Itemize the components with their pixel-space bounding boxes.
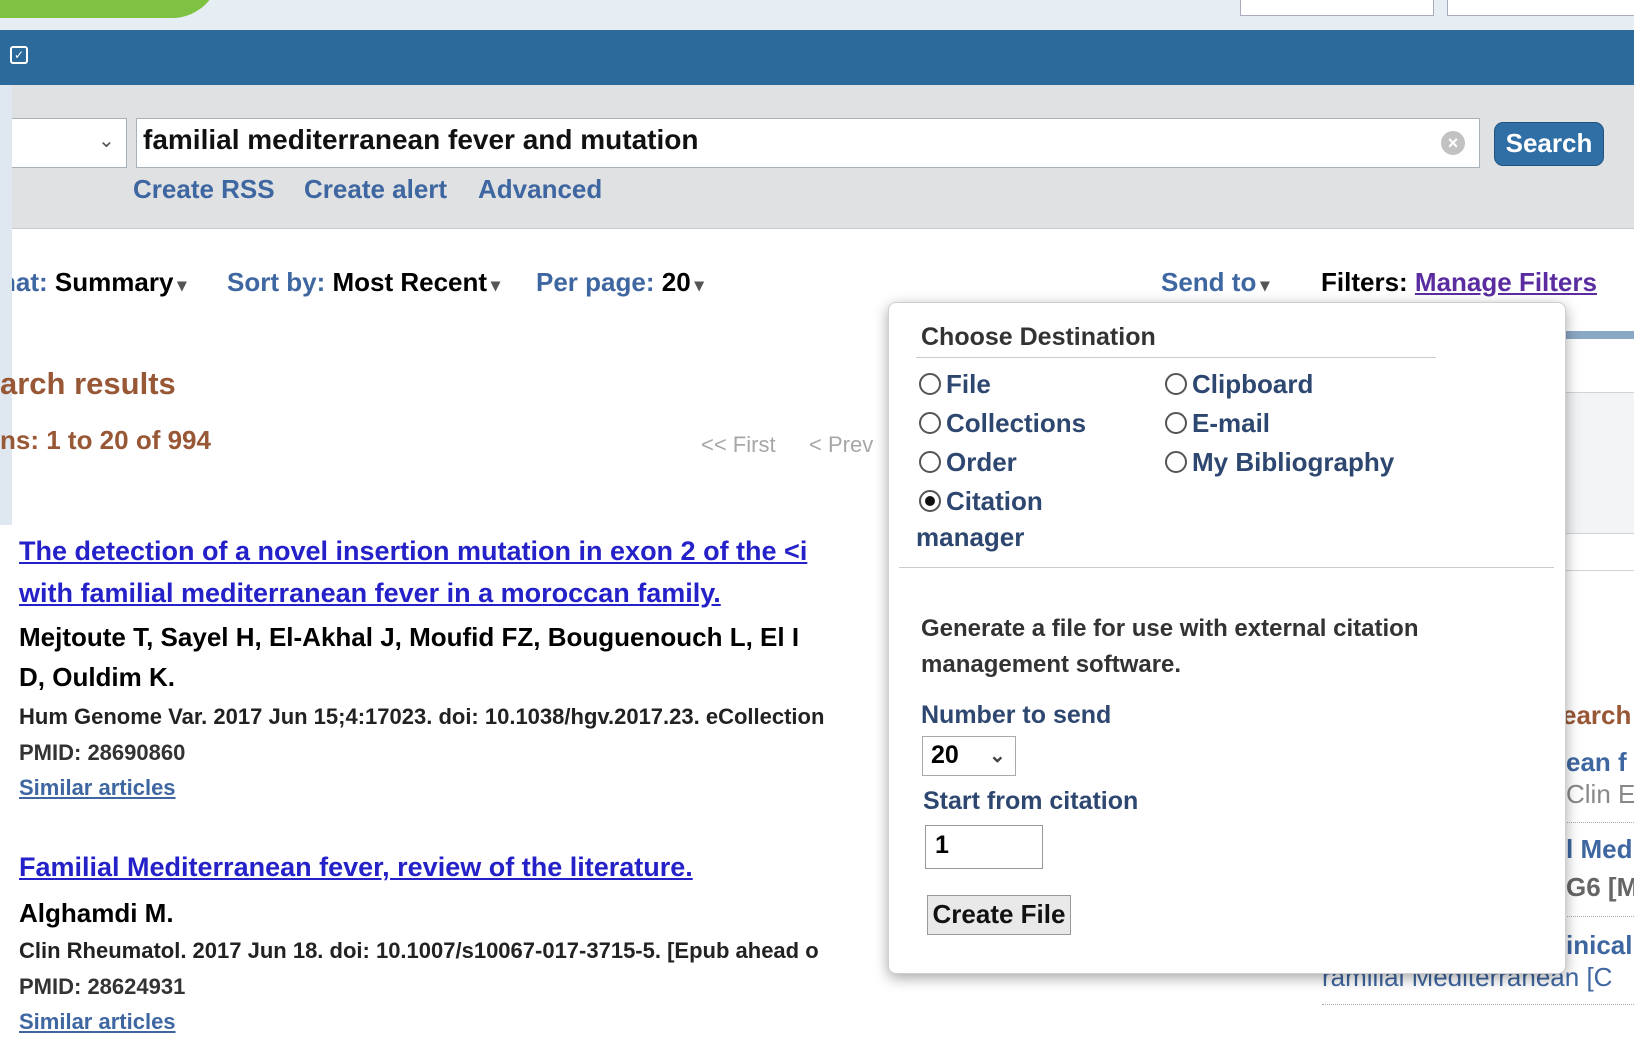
sidebar-heading: earch	[1562, 700, 1632, 730]
start-from-value[interactable]: 1	[935, 831, 949, 860]
radio-my-bibliography[interactable]	[1165, 451, 1187, 473]
divider	[899, 567, 1554, 568]
divider	[916, 357, 1436, 358]
send-to-menu[interactable]: Send to ▾	[1161, 267, 1269, 298]
results-heading: arch results	[0, 366, 176, 401]
caret-down-icon: ▾	[491, 275, 501, 295]
article-title-link[interactable]: The detection of a novel insertion mutat…	[19, 536, 807, 567]
caret-down-icon: ▾	[177, 275, 187, 295]
site-header	[0, 30, 1634, 85]
chevron-down-icon: ⌄	[989, 745, 1006, 767]
results-list: The detection of a novel insertion mutat…	[0, 480, 890, 1040]
radio-citation-label[interactable]: Citation	[946, 486, 1043, 517]
send-to-popup: Choose Destination File Collections Orde…	[888, 302, 1566, 974]
per-page-menu[interactable]: Per page: 20 ▾	[536, 267, 704, 298]
article-pmid: PMID: 28690860	[19, 740, 186, 765]
manage-filters-link[interactable]: Manage Filters	[1415, 267, 1597, 297]
radio-citation-manager[interactable]	[919, 490, 941, 512]
radio-collections-label[interactable]: Collections	[946, 408, 1086, 439]
radio-email[interactable]	[1165, 412, 1187, 434]
article-citation: Hum Genome Var. 2017 Jun 15;4:17023. doi…	[19, 704, 825, 729]
sidebar-item-link[interactable]: inical	[1566, 930, 1632, 961]
caret-down-icon: ▾	[1260, 275, 1270, 295]
popup-description: Generate a file for use with external ci…	[921, 615, 1419, 678]
caret-down-icon: ▾	[694, 275, 704, 295]
search-button[interactable]: Search	[1494, 122, 1604, 166]
number-to-send-value[interactable]: 20	[931, 741, 959, 770]
create-alert-link[interactable]: Create alert	[304, 174, 447, 205]
browser-field[interactable]	[1240, 0, 1434, 16]
popup-title: Choose Destination	[921, 323, 1156, 351]
radio-order-label[interactable]: Order	[946, 447, 1017, 478]
sidebar-panel	[1564, 392, 1634, 534]
sort-label: Sort by:	[227, 267, 326, 297]
article-authors: Mejtoute T, Sayel H, El-Akhal J, Moufid …	[19, 622, 800, 652]
radio-collections[interactable]	[919, 412, 941, 434]
filters-label: Filters:	[1321, 267, 1408, 297]
format-value: Summary	[54, 267, 174, 297]
sort-value: Most Recent	[332, 267, 488, 297]
format-menu[interactable]: nat: Summary ▾	[0, 267, 186, 298]
radio-file[interactable]	[919, 373, 941, 395]
article-pmid: PMID: 28624931	[19, 974, 186, 999]
search-query-text[interactable]: familial mediterranean fever and mutatio…	[143, 124, 699, 156]
radio-email-label[interactable]: E-mail	[1192, 408, 1270, 439]
radio-order[interactable]	[919, 451, 941, 473]
page-edge	[0, 85, 12, 525]
radio-file-label[interactable]: File	[946, 369, 991, 400]
clear-search-icon[interactable]: ×	[1441, 131, 1465, 155]
article-authors: Alghamdi M.	[19, 898, 174, 928]
checkbox-icon[interactable]: ✓	[10, 46, 28, 64]
number-to-send-label: Number to send	[921, 701, 1112, 729]
sort-menu[interactable]: Sort by: Most Recent ▾	[227, 267, 500, 298]
sidebar-item-source: G6 [M	[1566, 872, 1634, 902]
article-authors: D, Ouldim K.	[19, 662, 175, 692]
per-page-value: 20	[661, 267, 691, 297]
browser-field[interactable]	[1447, 0, 1634, 16]
results-count: ns: 1 to 20 of 994	[0, 425, 211, 455]
similar-articles-link[interactable]: Similar articles	[19, 1009, 176, 1035]
radio-citation-label-cont[interactable]: manager	[916, 522, 1024, 553]
create-rss-link[interactable]: Create RSS	[133, 174, 275, 205]
divider	[1322, 1004, 1634, 1005]
sidebar-item-source: Clin E	[1566, 779, 1634, 809]
decorative-swoosh	[0, 0, 220, 18]
article-title-link[interactable]: with familial mediterranean fever in a m…	[19, 578, 721, 609]
radio-clipboard[interactable]	[1165, 373, 1187, 395]
radio-clipboard-label[interactable]: Clipboard	[1192, 369, 1313, 400]
advanced-search-link[interactable]: Advanced	[478, 174, 602, 205]
filters-area: Filters: Manage Filters	[1321, 267, 1597, 298]
article-citation: Clin Rheumatol. 2017 Jun 18. doi: 10.100…	[19, 938, 819, 963]
pager-prev-link[interactable]: < Prev	[809, 432, 873, 458]
send-to-label: Send to	[1161, 267, 1257, 297]
pager-first-link[interactable]: << First	[701, 432, 776, 458]
sidebar-item-link[interactable]: l Med	[1566, 834, 1632, 865]
similar-articles-link[interactable]: Similar articles	[19, 775, 176, 801]
sidebar-divider	[1564, 331, 1634, 339]
radio-my-bibliography-label[interactable]: My Bibliography	[1192, 447, 1394, 478]
start-from-label: Start from citation	[923, 787, 1139, 815]
chevron-down-icon: ⌄	[98, 130, 115, 152]
per-page-label: Per page:	[536, 267, 655, 297]
article-title-link[interactable]: Familial Mediterranean fever, review of …	[19, 852, 693, 883]
sidebar-panel	[1564, 570, 1634, 651]
create-file-button[interactable]: Create File	[927, 895, 1071, 935]
sidebar-item-link[interactable]: ean f	[1566, 747, 1627, 778]
